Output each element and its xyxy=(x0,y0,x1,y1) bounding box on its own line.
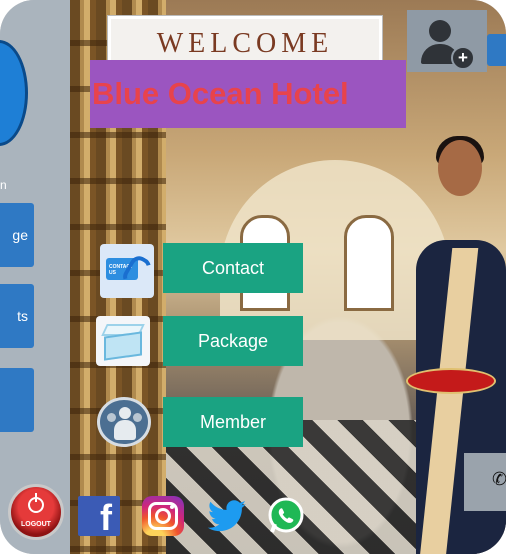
package-icon[interactable] xyxy=(96,316,150,366)
twitter-bird-icon xyxy=(207,500,246,532)
twitter-icon[interactable] xyxy=(206,496,248,536)
member-head-right xyxy=(133,413,142,422)
members-icon[interactable] xyxy=(97,397,151,447)
logout-button[interactable]: LOGOUT xyxy=(8,484,64,540)
flower-plate xyxy=(406,368,496,394)
add-user-button[interactable]: + xyxy=(407,10,487,72)
app-window: n ge ts LOGOUT WELCOME Blue Ocean Hotel … xyxy=(0,0,506,554)
whatsapp-glyph-icon xyxy=(268,497,304,533)
lobby-window xyxy=(344,215,394,311)
side-tab[interactable] xyxy=(487,34,506,66)
sidebar-item-label: ts xyxy=(17,308,28,324)
phone-icon: ✆ xyxy=(492,469,506,489)
hostess-head xyxy=(438,140,482,196)
member-head-left xyxy=(107,413,116,422)
instagram-dot xyxy=(170,505,174,509)
sidebar-item-label: ge xyxy=(12,227,28,243)
plus-icon: + xyxy=(451,46,475,70)
sidebar-item-events[interactable]: ts xyxy=(0,284,34,348)
power-icon xyxy=(28,493,44,513)
sidebar: n ge ts LOGOUT xyxy=(0,0,70,554)
member-button[interactable]: Member xyxy=(163,397,303,447)
package-button[interactable]: Package xyxy=(163,316,303,366)
add-user-icon xyxy=(429,20,451,42)
sidebar-item-package[interactable]: ge xyxy=(0,203,34,267)
box-icon xyxy=(104,331,142,361)
facebook-icon[interactable]: f xyxy=(78,496,120,538)
instagram-lens xyxy=(155,508,171,524)
contact-icon[interactable] xyxy=(100,244,155,298)
sidebar-caption: n xyxy=(0,178,7,192)
hotel-name-banner: Blue Ocean Hotel xyxy=(90,60,406,128)
phone-button[interactable]: ✆ xyxy=(464,453,506,511)
whatsapp-icon[interactable] xyxy=(266,496,306,536)
profile-avatar[interactable] xyxy=(0,40,28,146)
sidebar-item-extra[interactable] xyxy=(0,368,34,432)
contact-button[interactable]: Contact xyxy=(163,243,303,293)
instagram-icon[interactable] xyxy=(142,496,184,536)
member-body xyxy=(114,420,136,440)
member-head-center xyxy=(119,407,131,419)
logout-label: LOGOUT xyxy=(21,521,51,528)
